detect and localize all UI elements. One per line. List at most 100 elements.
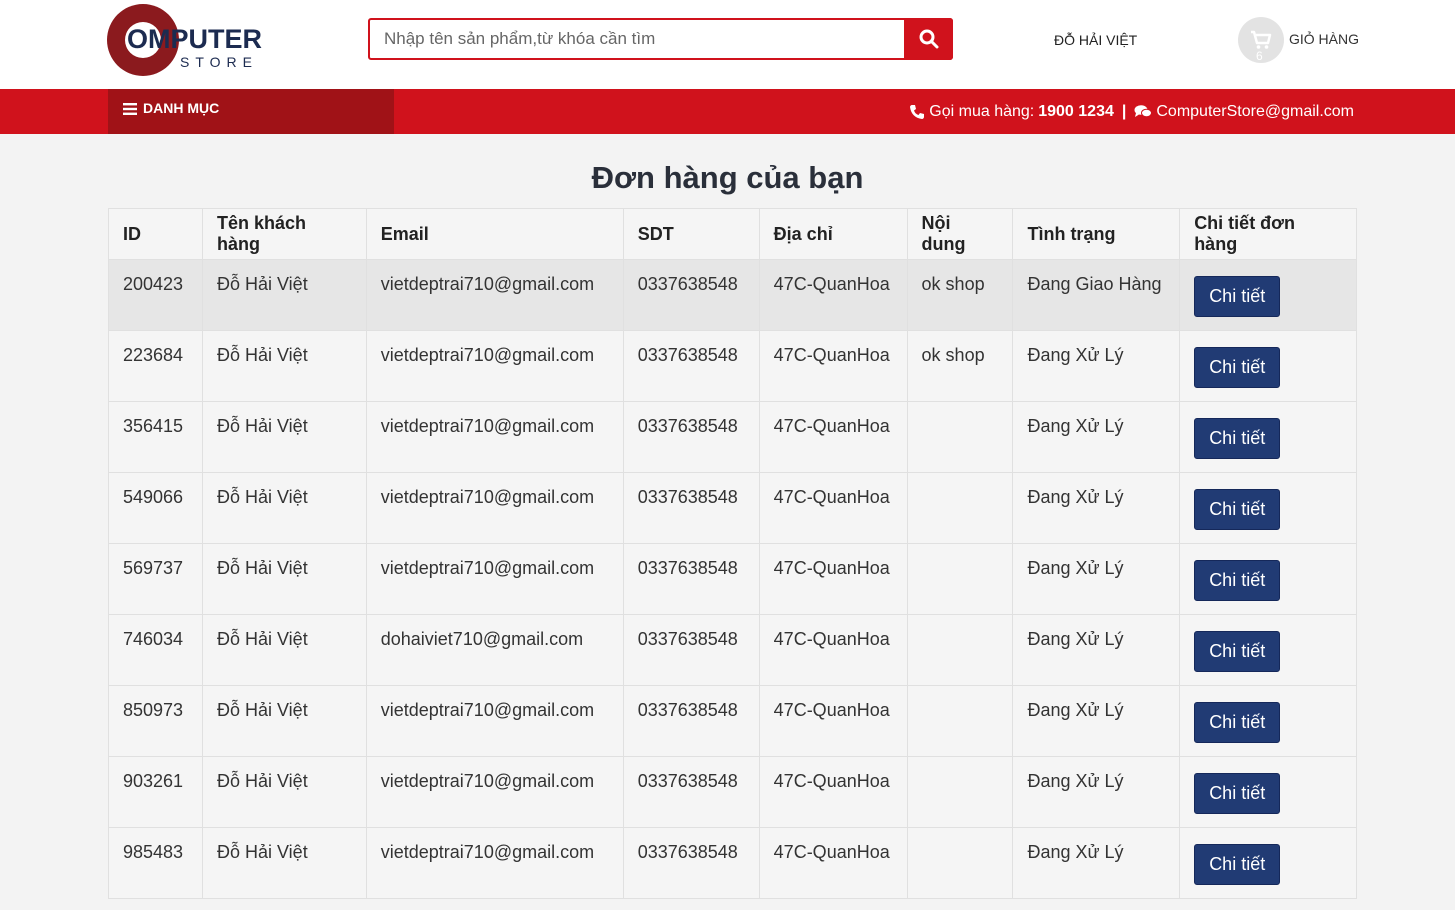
main-navbar: DANH MỤC Gọi mua hàng: 1900 1234 | Compu… — [0, 89, 1455, 134]
customer-phone: 0337638548 — [622, 401, 760, 473]
order-id: 850973 — [108, 685, 203, 757]
column-header: Email — [365, 208, 624, 260]
orders-table: ID Tên khách hàng Email SDT Địa chỉ Nội dung T… — [108, 208, 1357, 899]
order-status: Đang Giao Hàng — [1012, 259, 1181, 331]
hotline-number[interactable]: 1900 1234 — [1038, 103, 1114, 121]
site-header: OMPUTER STORE ĐỖ HẢI VIỆT 6 GIỎ HÀNG — [0, 0, 1455, 89]
column-header: Chi tiết đơn hàng — [1179, 208, 1357, 260]
order-note — [906, 614, 1014, 686]
order-detail-cell: Chi tiết — [1179, 472, 1357, 544]
customer-email: vietdeptrai710@gmail.com — [365, 401, 624, 473]
table-row: 549066 Đỗ Hải Việt vietdeptrai710@gmail.co… — [108, 472, 1357, 544]
column-header: Tình trạng — [1012, 208, 1181, 260]
search-bar — [368, 18, 953, 60]
search-input[interactable] — [370, 20, 905, 58]
order-detail-button[interactable]: Chi tiết — [1194, 489, 1281, 530]
order-note — [906, 827, 1014, 899]
order-note — [906, 756, 1014, 828]
order-id: 356415 — [108, 401, 203, 473]
search-icon — [919, 29, 938, 49]
customer-email: vietdeptrai710@gmail.com — [365, 827, 624, 899]
column-header: Tên khách hàng — [201, 208, 367, 260]
order-status: Đang Xử Lý — [1012, 543, 1181, 615]
order-status: Đang Xử Lý — [1012, 827, 1181, 899]
customer-name: Đỗ Hải Việt — [201, 543, 367, 615]
customer-phone: 0337638548 — [622, 543, 760, 615]
search-button[interactable] — [904, 18, 953, 60]
table-row: 356415 Đỗ Hải Việt vietdeptrai710@gmail.co… — [108, 401, 1357, 473]
contact-info: Gọi mua hàng: 1900 1234 | ComputerStore@… — [909, 89, 1354, 134]
order-detail-cell: Chi tiết — [1179, 543, 1357, 615]
customer-address: 47C-QuanHoa — [758, 330, 908, 402]
category-menu-button[interactable]: DANH MỤC — [108, 89, 394, 134]
phone-icon — [910, 104, 925, 119]
order-detail-button[interactable]: Chi tiết — [1194, 631, 1281, 672]
table-row: 850973 Đỗ Hải Việt vietdeptrai710@gmail.co… — [108, 685, 1357, 757]
table-header-row: ID Tên khách hàng Email SDT Địa chỉ Nội dung T… — [108, 208, 1357, 260]
customer-address: 47C-QuanHoa — [758, 543, 908, 615]
customer-email: dohaiviet710@gmail.com — [365, 614, 624, 686]
order-note: ok shop — [906, 330, 1014, 402]
order-note — [906, 401, 1014, 473]
chat-icon — [1134, 105, 1153, 118]
order-detail-button[interactable]: Chi tiết — [1194, 418, 1281, 459]
customer-email: vietdeptrai710@gmail.com — [365, 259, 624, 331]
order-detail-button[interactable]: Chi tiết — [1194, 276, 1281, 317]
order-detail-button[interactable]: Chi tiết — [1194, 702, 1281, 743]
customer-phone: 0337638548 — [622, 827, 760, 899]
customer-address: 47C-QuanHoa — [758, 614, 908, 686]
customer-phone: 0337638548 — [622, 756, 760, 828]
column-header: Nội dung — [906, 208, 1014, 260]
order-detail-button[interactable]: Chi tiết — [1194, 844, 1281, 885]
order-detail-cell: Chi tiết — [1179, 330, 1357, 402]
store-logo[interactable]: OMPUTER STORE — [107, 4, 277, 76]
order-detail-button[interactable]: Chi tiết — [1194, 773, 1281, 814]
order-id: 200423 — [108, 259, 203, 331]
customer-phone: 0337638548 — [622, 614, 760, 686]
cart-icon — [1251, 30, 1272, 49]
order-detail-cell: Chi tiết — [1179, 614, 1357, 686]
column-header: SDT — [622, 208, 760, 260]
logo-main-text: OMPUTER — [127, 24, 262, 54]
order-detail-button[interactable]: Chi tiết — [1194, 347, 1281, 388]
customer-name: Đỗ Hải Việt — [201, 756, 367, 828]
customer-name: Đỗ Hải Việt — [201, 401, 367, 473]
order-status: Đang Xử Lý — [1012, 614, 1181, 686]
customer-name: Đỗ Hải Việt — [201, 472, 367, 544]
table-row: 569737 Đỗ Hải Việt vietdeptrai710@gmail.co… — [108, 543, 1357, 615]
customer-phone: 0337638548 — [622, 685, 760, 757]
order-id: 569737 — [108, 543, 203, 615]
contact-email[interactable]: ComputerStore@gmail.com — [1156, 103, 1354, 121]
order-detail-button[interactable]: Chi tiết — [1194, 560, 1281, 601]
cart-count: 6 — [1256, 49, 1263, 63]
customer-address: 47C-QuanHoa — [758, 259, 908, 331]
order-status: Đang Xử Lý — [1012, 472, 1181, 544]
customer-email: vietdeptrai710@gmail.com — [365, 472, 624, 544]
cart-button[interactable]: 6 GIỎ HÀNG — [1238, 17, 1368, 65]
customer-email: vietdeptrai710@gmail.com — [365, 543, 624, 615]
order-id: 746034 — [108, 614, 203, 686]
customer-address: 47C-QuanHoa — [758, 685, 908, 757]
order-detail-cell: Chi tiết — [1179, 259, 1357, 331]
order-note — [906, 472, 1014, 544]
user-account-link[interactable]: ĐỖ HẢI VIỆT — [1054, 32, 1137, 48]
customer-name: Đỗ Hải Việt — [201, 685, 367, 757]
order-status: Đang Xử Lý — [1012, 330, 1181, 402]
order-id: 985483 — [108, 827, 203, 899]
customer-phone: 0337638548 — [622, 330, 760, 402]
order-detail-cell: Chi tiết — [1179, 401, 1357, 473]
customer-phone: 0337638548 — [622, 472, 760, 544]
customer-name: Đỗ Hải Việt — [201, 259, 367, 331]
customer-email: vietdeptrai710@gmail.com — [365, 330, 624, 402]
table-row: 985483 Đỗ Hải Việt vietdeptrai710@gmail.co… — [108, 827, 1357, 899]
customer-name: Đỗ Hải Việt — [201, 330, 367, 402]
order-note — [906, 685, 1014, 757]
order-id: 223684 — [108, 330, 203, 402]
customer-address: 47C-QuanHoa — [758, 756, 908, 828]
table-row: 746034 Đỗ Hải Việt dohaiviet710@gmail.com 0… — [108, 614, 1357, 686]
customer-email: vietdeptrai710@gmail.com — [365, 756, 624, 828]
order-id: 549066 — [108, 472, 203, 544]
customer-address: 47C-QuanHoa — [758, 401, 908, 473]
order-id: 903261 — [108, 756, 203, 828]
order-detail-cell: Chi tiết — [1179, 685, 1357, 757]
